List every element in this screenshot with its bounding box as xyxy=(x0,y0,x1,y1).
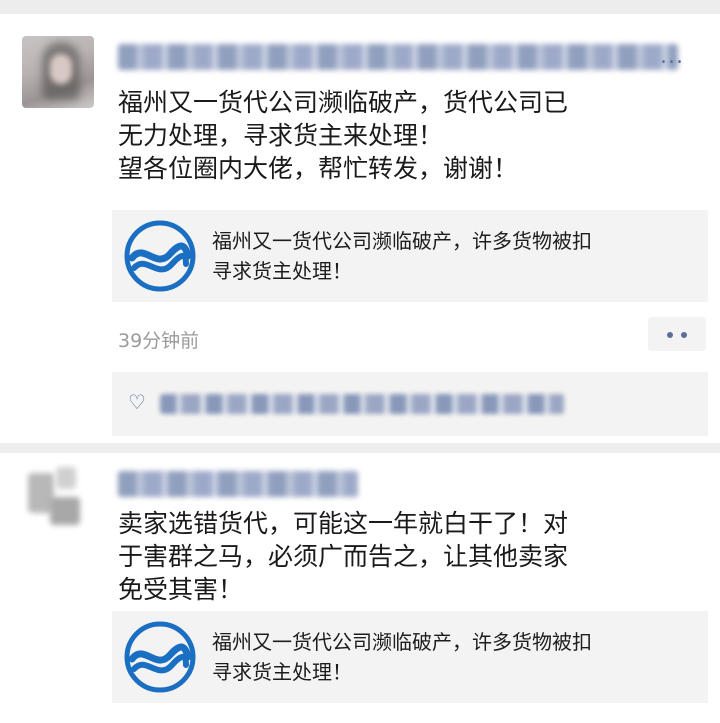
username-blurred[interactable] xyxy=(118,44,678,70)
avatar[interactable] xyxy=(22,463,94,531)
moment-post: 卖家选错货代，可能这一年就白干了！对 于害群之马，必须广而告之，让其他卖家 免受… xyxy=(0,453,720,723)
heart-icon: ♡ xyxy=(128,390,146,414)
avatar-blur-block xyxy=(50,497,80,525)
moment-post: ... 福州又一货代公司濒临破产，货代公司已 无力处理，寻求货主来处理！ 望各位… xyxy=(0,14,720,443)
post-content: 卖家选错货代，可能这一年就白干了！对 于害群之马，必须广而告之，让其他卖家 免受… xyxy=(118,507,688,606)
post-content: 福州又一货代公司濒临破产，货代公司已 无力处理，寻求货主来处理！ 望各位圈内大佬… xyxy=(118,86,688,185)
post-content-line: 福州又一货代公司濒临破产，货代公司已 xyxy=(118,88,569,117)
post-timestamp: 39分钟前 xyxy=(118,330,200,352)
link-card-line: 福州又一货代公司濒临破产，许多货物被扣 xyxy=(212,630,592,654)
shared-link-card[interactable]: 福州又一货代公司濒临破产，许多货物被扣 寻求货主处理！ xyxy=(112,210,708,302)
post-content-line: 于害群之马，必须广而告之，让其他卖家 xyxy=(118,542,569,571)
avatar-blur-face xyxy=(50,54,72,84)
likers-list-blurred[interactable] xyxy=(160,394,564,414)
company-logo-icon xyxy=(124,220,196,292)
likes-box: ♡ xyxy=(112,372,708,436)
more-dot xyxy=(681,332,687,338)
link-card-line: 福州又一货代公司濒临破产，许多货物被扣 xyxy=(212,229,592,253)
post-content-line: 免受其害！ xyxy=(118,575,244,604)
shared-link-card[interactable]: 福州又一货代公司濒临破产，许多货物被扣 寻求货主处理！ xyxy=(112,611,708,703)
post-content-line: 卖家选错货代，可能这一年就白干了！对 xyxy=(118,509,569,538)
more-dot xyxy=(667,332,673,338)
username-blurred[interactable] xyxy=(118,471,358,497)
link-card-line: 寻求货主处理！ xyxy=(212,259,352,283)
post-divider xyxy=(0,443,720,453)
company-logo-icon xyxy=(124,621,196,693)
avatar[interactable] xyxy=(22,36,94,108)
link-card-title: 福州又一货代公司濒临破产，许多货物被扣 寻求货主处理！ xyxy=(212,627,702,687)
more-dots-icon[interactable] xyxy=(648,317,706,351)
post-content-line: 望各位圈内大佬，帮忙转发，谢谢！ xyxy=(118,154,519,183)
link-card-line: 寻求货主处理！ xyxy=(212,660,352,684)
post-content-line: 无力处理，寻求货主来处理！ xyxy=(118,121,444,150)
top-separator xyxy=(0,0,720,14)
avatar-blur-block xyxy=(56,467,76,489)
username-ellipsis: ... xyxy=(660,44,684,69)
link-card-title: 福州又一货代公司濒临破产，许多货物被扣 寻求货主处理！ xyxy=(212,226,702,286)
